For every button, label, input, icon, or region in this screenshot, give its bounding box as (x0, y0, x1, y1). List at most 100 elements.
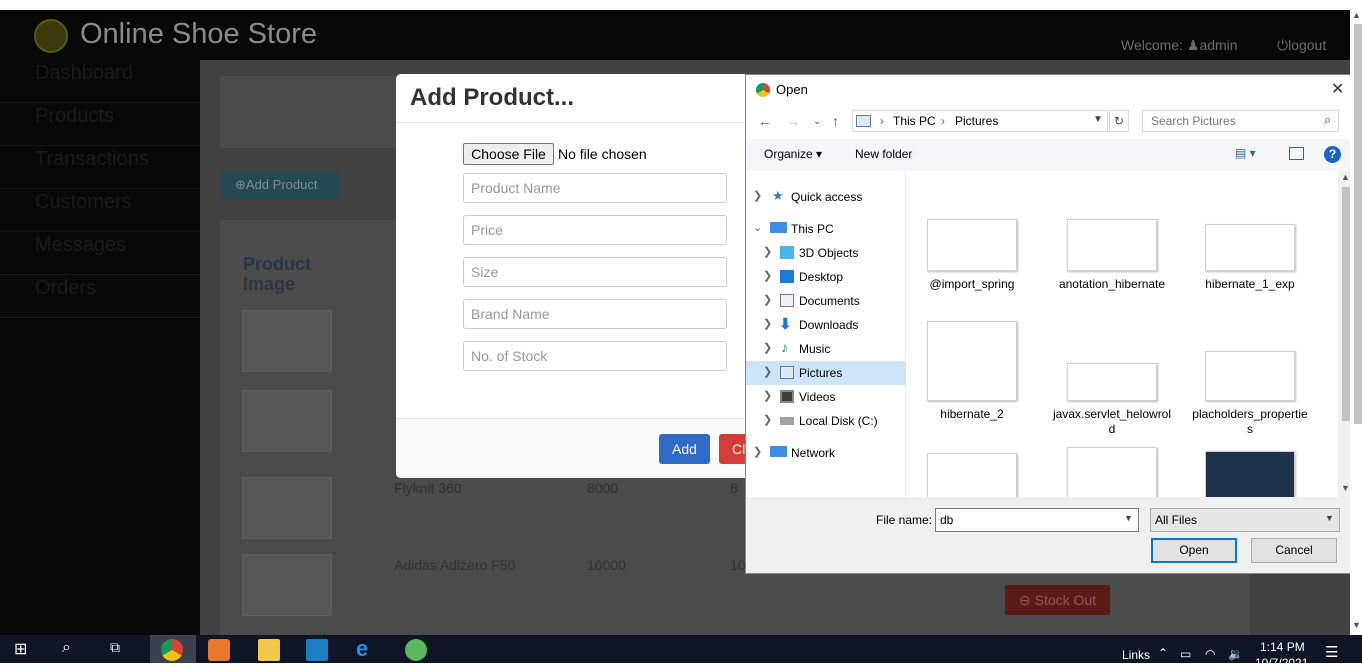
file-item[interactable]: anotation_hibernate (1052, 219, 1172, 292)
add-product-button[interactable]: ⊕Add Product (222, 171, 339, 199)
cancel-button[interactable]: Cancel (1251, 538, 1337, 563)
organize-label: Organize (764, 147, 813, 161)
windows-start-icon[interactable]: ⊞ (14, 639, 36, 661)
file-item[interactable]: hibernate_1_exp (1190, 219, 1310, 292)
recent-chevron-icon[interactable]: ⌄ (813, 116, 821, 127)
close-icon[interactable]: ✕ (1331, 79, 1344, 99)
back-icon[interactable]: ← (758, 113, 772, 129)
chevron-right-icon: › (941, 114, 945, 128)
chevron-up-icon[interactable]: ⌃ (1158, 646, 1168, 660)
chrome-icon[interactable] (161, 639, 183, 661)
help-icon[interactable]: ? (1324, 146, 1341, 163)
scroll-up-icon[interactable]: ▲ (1341, 172, 1350, 182)
refresh-icon[interactable]: ↻ (1109, 110, 1129, 132)
file-type-select[interactable]: All Files ▼ (1150, 508, 1340, 532)
android-app-icon[interactable] (405, 639, 427, 661)
nav-this-pc[interactable]: ⌄ This PC (746, 217, 906, 241)
price-input[interactable]: Price (463, 215, 727, 245)
store-brand[interactable]: Online Shoe Store (80, 18, 317, 51)
file-name: placholders_properties (1192, 407, 1308, 436)
file-item[interactable] (1052, 447, 1172, 497)
file-thumbnail (927, 219, 1017, 271)
open-file-dialog: Open ✕ ← → ⌄ ↑ › This PC › Pictures ▼ ↻ … (745, 74, 1355, 574)
nav-3d-objects[interactable]: ❯ 3D Objects (746, 241, 906, 265)
breadcrumb-this-pc[interactable]: This PC (893, 114, 936, 128)
preview-pane-icon[interactable] (1289, 147, 1304, 160)
task-view-icon[interactable]: ⧉ (110, 639, 132, 661)
add-button[interactable]: Add (659, 434, 710, 464)
links-toolbar[interactable]: Links (1122, 648, 1150, 662)
welcome-user[interactable]: Welcome: ♟admin (1121, 37, 1238, 54)
sidebar-item-messages[interactable]: Messages (0, 232, 200, 275)
file-thumbnail (1205, 451, 1295, 497)
scroll-down-icon[interactable]: ▼ (1341, 483, 1350, 493)
page-scroll-down-icon[interactable]: ▼ (1352, 620, 1361, 630)
file-name-label: File name: (876, 513, 933, 527)
navigation-pane: ❯ ★ Quick access ⌄ This PC ❯ 3D Objects ❯ Des… (746, 171, 906, 497)
sidebar-item-customers[interactable]: Customers (0, 189, 200, 232)
search-input[interactable]: Search Pictures ⌕ (1142, 110, 1339, 132)
battery-icon[interactable]: ▭ (1180, 647, 1191, 661)
nav-music[interactable]: ❯ ♪ Music (746, 337, 906, 361)
product-image (242, 477, 332, 539)
sidebar-item-dashboard[interactable]: Dashboard (0, 60, 200, 103)
pictures-folder-icon (856, 115, 871, 127)
size-input[interactable]: Size (463, 257, 727, 287)
file-item[interactable] (1190, 451, 1310, 497)
sidebar-item-transactions[interactable]: Transactions (0, 146, 200, 189)
page-scrollbar-thumb[interactable] (1354, 24, 1362, 424)
file-item[interactable]: @import_spring (912, 219, 1032, 292)
product-name-input[interactable]: Product Name (463, 173, 727, 203)
file-item[interactable]: hibernate_2 (912, 321, 1032, 422)
chevron-down-icon: ⌄ (753, 222, 763, 234)
xampp-icon[interactable] (208, 639, 230, 661)
nav-videos[interactable]: ❯ Videos (746, 385, 906, 409)
nav-local-disk[interactable]: ❯ Local Disk (C:) (746, 409, 906, 433)
dialog-title: Open (776, 82, 808, 97)
address-bar[interactable]: › This PC › Pictures ▼ (852, 110, 1108, 132)
nav-quick-access[interactable]: ❯ ★ Quick access (746, 185, 906, 209)
new-folder-button[interactable]: New folder (855, 147, 912, 161)
brand-name-input[interactable]: Brand Name (463, 299, 727, 329)
nav-network[interactable]: ❯ Network (746, 441, 906, 465)
welcome-label: Welcome: (1121, 37, 1183, 53)
stock-input[interactable]: No. of Stock (463, 341, 727, 371)
file-item[interactable]: placholders_properties (1190, 321, 1310, 437)
webstorm-icon[interactable] (306, 639, 328, 661)
file-name: hibernate_2 (940, 407, 1004, 421)
choose-file-button[interactable]: Choose File (463, 143, 554, 165)
clock-time[interactable]: 1:14 PM (1260, 640, 1305, 654)
file-name: @import_spring (929, 277, 1015, 291)
nav-downloads[interactable]: ❯ ⬇ Downloads (746, 313, 906, 337)
modal-divider (396, 122, 756, 123)
page-scroll-up-icon[interactable]: ▲ (1352, 10, 1361, 20)
internet-explorer-icon[interactable]: e (356, 636, 378, 661)
nav-pictures[interactable]: ❯ Pictures (746, 361, 906, 385)
stock-out-button[interactable]: ⊖ Stock Out (1005, 585, 1110, 615)
file-item[interactable]: javax.servlet_helowrold (1052, 321, 1172, 437)
file-name: anotation_hibernate (1058, 277, 1166, 291)
store-logo (34, 19, 68, 53)
notification-icon[interactable]: ☰ (1325, 643, 1338, 661)
volume-icon[interactable]: 🔉 (1228, 647, 1243, 661)
sidebar-item-products[interactable]: Products (0, 103, 200, 146)
file-item[interactable] (912, 453, 1032, 497)
breadcrumb-pictures[interactable]: Pictures (955, 114, 998, 128)
clock-date[interactable]: 10/7/2021 (1255, 656, 1308, 670)
file-name: hibernate_1_exp (1205, 277, 1295, 291)
sidebar-item-orders[interactable]: Orders (0, 275, 200, 318)
open-button[interactable]: Open (1151, 538, 1237, 563)
organize-menu[interactable]: Organize ▾ (764, 147, 822, 161)
logout-link[interactable]: ⏻logout (1277, 37, 1326, 54)
nav-desktop[interactable]: ❯ Desktop (746, 265, 906, 289)
search-icon[interactable]: ⌕ (62, 639, 84, 661)
chevron-down-icon[interactable]: ▼ (1124, 513, 1133, 523)
wifi-icon[interactable]: ◠ (1205, 647, 1215, 661)
up-icon[interactable]: ↑ (832, 113, 839, 129)
file-name-input[interactable]: db ▼ (935, 508, 1139, 532)
forward-icon[interactable]: → (786, 113, 800, 129)
chevron-down-icon[interactable]: ▼ (1093, 114, 1103, 125)
nav-documents[interactable]: ❯ Documents (746, 289, 906, 313)
view-options-icon[interactable]: ▤ ▾ (1235, 146, 1256, 160)
file-explorer-icon[interactable] (258, 639, 280, 661)
